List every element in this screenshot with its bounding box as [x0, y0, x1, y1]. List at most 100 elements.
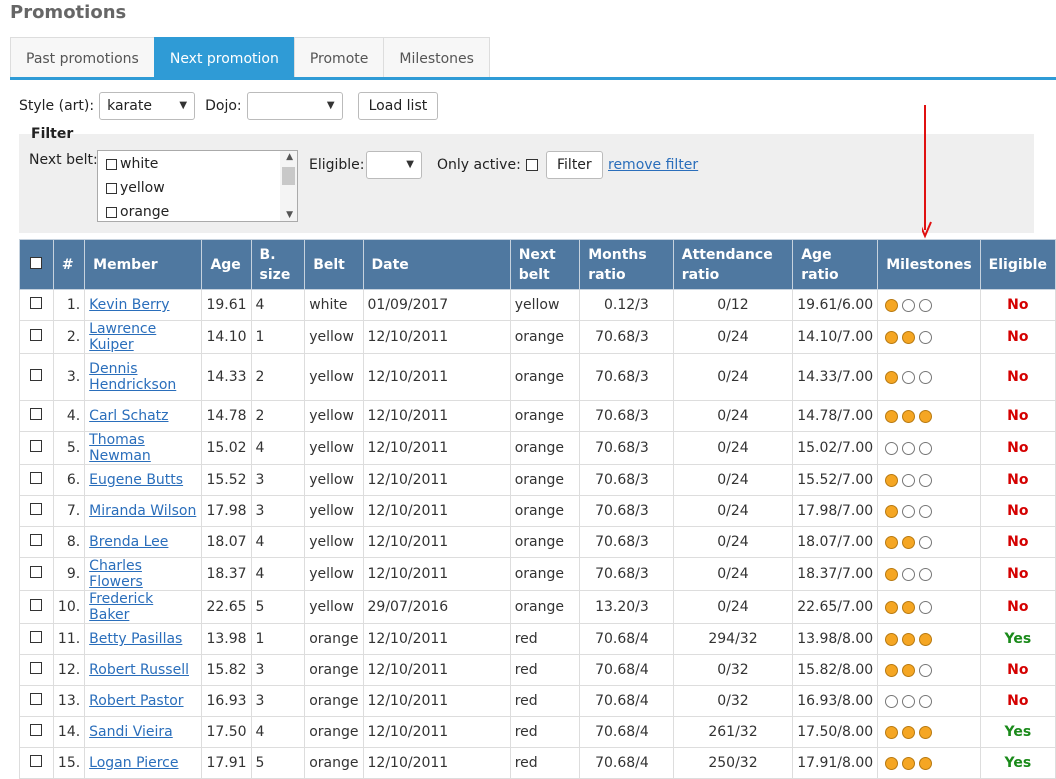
milestones-cell — [877, 495, 981, 527]
row-checkbox[interactable] — [30, 297, 43, 309]
next-belt-cell: red — [509, 685, 581, 717]
date-cell: 12/10/2011 — [362, 623, 511, 655]
member-link[interactable]: Miranda Wilson — [89, 503, 196, 519]
member-link[interactable]: Lawrence Kuiper — [89, 321, 156, 353]
filter-button[interactable]: Filter — [546, 151, 603, 179]
member-link[interactable]: Eugene Butts — [89, 472, 183, 488]
belt-option-label: orange — [120, 204, 170, 220]
chevron-down-icon[interactable]: ▼ — [286, 210, 293, 220]
member-link[interactable]: Brenda Lee — [89, 534, 168, 550]
date-cell: 12/10/2011 — [362, 526, 511, 558]
eligible-label: Eligible: — [309, 157, 365, 173]
only-active-checkbox[interactable] — [526, 159, 538, 171]
belt-option-yellow[interactable]: yellow — [106, 180, 165, 196]
table-row: 7. Miranda Wilson 17.98 3 yellow 12/10/2011 or… — [19, 495, 1056, 527]
checkbox[interactable] — [106, 182, 117, 194]
style-select[interactable]: karate ▼ — [99, 92, 196, 120]
eligible-select[interactable]: ▼ — [366, 151, 422, 179]
attendance-ratio-cell: 0/24 — [672, 431, 794, 465]
attendance-ratio-cell: 261/32 — [672, 716, 794, 748]
milestone-empty-icon — [919, 441, 933, 455]
listbox-scrollbar[interactable]: ▲ ▼ — [280, 151, 297, 221]
tab-milestones[interactable]: Milestones — [383, 37, 490, 77]
milestone-empty-icon — [902, 504, 916, 518]
row-checkbox[interactable] — [30, 693, 43, 705]
row-select-cell — [19, 623, 54, 655]
member-link[interactable]: Dennis Hendrickson — [89, 361, 176, 393]
belt-option-white[interactable]: white — [106, 156, 158, 172]
member-link[interactable]: Betty Pasillas — [89, 631, 182, 647]
next-belt-listbox[interactable]: white yellow orange ▲ ▼ — [97, 150, 298, 222]
milestone-filled-icon — [885, 663, 899, 677]
chevron-down-icon: ▼ — [179, 100, 188, 111]
age-cell: 17.50 — [201, 716, 252, 748]
row-checkbox[interactable] — [30, 631, 43, 643]
member-link[interactable]: Sandi Vieira — [89, 724, 173, 740]
attendance-ratio-cell: 0/24 — [672, 320, 794, 354]
belt-option-orange[interactable]: orange — [106, 204, 169, 220]
col-next-belt: Next belt — [509, 239, 581, 290]
attendance-ratio-cell: 0/24 — [672, 353, 794, 401]
row-checkbox[interactable] — [30, 599, 43, 611]
milestone-empty-icon — [919, 600, 933, 614]
bsize-cell: 4 — [250, 557, 306, 591]
age-cell: 18.37 — [201, 557, 252, 591]
member-link[interactable]: Carl Schatz — [89, 408, 168, 424]
row-checkbox[interactable] — [30, 369, 43, 381]
load-list-button[interactable]: Load list — [357, 92, 439, 120]
member-link[interactable]: Kevin Berry — [89, 297, 169, 313]
member-link[interactable]: Robert Russell — [89, 662, 189, 678]
toolbar: Style (art): karate ▼ Dojo: ▼ Load list — [19, 91, 439, 121]
row-checkbox[interactable] — [30, 440, 43, 452]
table-row: 3. Dennis Hendrickson 14.33 2 yellow 12/10/20… — [19, 353, 1056, 401]
next-belt-cell: orange — [509, 495, 581, 527]
row-checkbox[interactable] — [30, 755, 43, 767]
belt-cell: orange — [304, 654, 364, 686]
row-checkbox[interactable] — [30, 566, 43, 578]
row-checkbox[interactable] — [30, 662, 43, 674]
age-ratio-cell: 17.91/8.00 — [792, 747, 879, 779]
chevron-up-icon[interactable]: ▲ — [286, 152, 293, 162]
row-number: 2. — [52, 320, 86, 354]
eligible-badge: No — [979, 464, 1056, 496]
checkbox[interactable] — [106, 158, 117, 170]
age-ratio-cell: 13.98/8.00 — [792, 623, 879, 655]
date-cell: 12/10/2011 — [362, 685, 511, 717]
row-checkbox[interactable] — [30, 408, 43, 420]
member-link[interactable]: Thomas Newman — [89, 432, 151, 464]
bsize-cell: 4 — [250, 526, 306, 558]
row-checkbox[interactable] — [30, 503, 43, 515]
bsize-cell: 4 — [250, 716, 306, 748]
row-checkbox[interactable] — [30, 534, 43, 546]
tab-promote[interactable]: Promote — [293, 37, 385, 77]
row-select-cell — [19, 716, 54, 748]
months-ratio-cell: 70.68/3 — [579, 464, 674, 496]
member-cell: Betty Pasillas — [84, 623, 203, 655]
date-cell: 12/10/2011 — [362, 353, 511, 401]
table-row: 4. Carl Schatz 14.78 2 yellow 12/10/2011 orang… — [19, 400, 1056, 432]
months-ratio-cell: 70.68/3 — [579, 353, 674, 401]
member-link[interactable]: Robert Pastor — [89, 693, 183, 709]
remove-filter-link[interactable]: remove filter — [608, 157, 698, 173]
tab-bar: Past promotions Next promotion Promote M… — [10, 37, 490, 78]
row-checkbox[interactable] — [30, 724, 43, 736]
months-ratio-cell: 70.68/3 — [579, 495, 674, 527]
tab-past-promotions[interactable]: Past promotions — [10, 37, 155, 77]
table-row: 14. Sandi Vieira 17.50 4 orange 12/10/2011 red… — [19, 716, 1056, 748]
eligible-badge: No — [979, 654, 1056, 686]
member-cell: Miranda Wilson — [84, 495, 203, 527]
row-checkbox[interactable] — [30, 472, 43, 484]
scrollbar-thumb[interactable] — [282, 167, 295, 185]
milestone-empty-icon — [902, 441, 916, 455]
months-ratio-cell: 0.12/3 — [579, 289, 674, 321]
dojo-select[interactable]: ▼ — [246, 92, 343, 120]
member-link[interactable]: Frederick Baker — [89, 591, 153, 623]
row-checkbox[interactable] — [30, 329, 43, 341]
tab-next-promotion[interactable]: Next promotion — [153, 37, 295, 77]
milestone-filled-icon — [902, 535, 916, 549]
member-link[interactable]: Charles Flowers — [89, 558, 143, 590]
bsize-cell: 1 — [250, 623, 306, 655]
date-cell: 12/10/2011 — [362, 431, 511, 465]
checkbox[interactable] — [106, 206, 117, 218]
select-all-checkbox[interactable] — [30, 256, 43, 269]
